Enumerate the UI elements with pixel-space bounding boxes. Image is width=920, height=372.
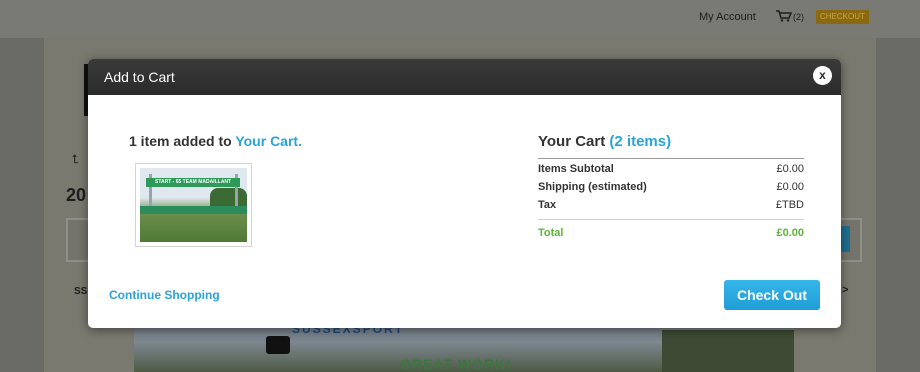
check-out-button[interactable]: Check Out <box>724 280 820 310</box>
summary-label: Tax <box>538 199 557 211</box>
photo-trees <box>662 330 794 372</box>
item-added-message: 1 item added to Your Cart. <box>129 133 302 149</box>
summary-row: Tax £TBD <box>538 195 804 213</box>
image-banner: START - 65 TEAM MADAILLANT <box>146 178 240 187</box>
gallery-label: SS <box>74 286 88 297</box>
summary-label: Shipping (estimated) <box>538 181 647 193</box>
summary-label: Items Subtotal <box>538 163 614 175</box>
close-icon[interactable]: x <box>813 66 832 85</box>
summary-row: Shipping (estimated) £0.00 <box>538 177 804 195</box>
camera-icon <box>266 336 290 354</box>
my-account-link[interactable]: My Account <box>699 11 756 23</box>
cart-heading: Your Cart (2 items) <box>538 133 671 150</box>
summary-value: £TBD <box>775 199 804 211</box>
continue-shopping-link[interactable]: Continue Shopping <box>109 288 220 302</box>
cart-count: (2) <box>793 12 804 22</box>
next-arrow-icon[interactable]: > <box>842 284 848 296</box>
order-summary: Items Subtotal £0.00 Shipping (estimated… <box>538 158 804 243</box>
cart-item-count[interactable]: (2 items) <box>609 133 671 150</box>
summary-total-row: Total £0.00 <box>538 219 804 243</box>
total-value: £0.00 <box>776 227 804 239</box>
image-fence <box>140 206 247 214</box>
photo-banner-text: GREAT WORK! <box>400 356 512 372</box>
cart-icon[interactable] <box>776 10 792 22</box>
back-arrow-icon[interactable]: ⮤ <box>72 152 79 167</box>
summary-row: Items Subtotal £0.00 <box>538 159 804 177</box>
total-label: Total <box>538 227 564 239</box>
summary-value: £0.00 <box>776 163 804 175</box>
modal-title: Add to Cart <box>104 69 175 85</box>
modal-header: Add to Cart x <box>88 59 841 95</box>
product-thumbnail: START - 65 TEAM MADAILLANT <box>135 163 252 247</box>
page-title: 20 <box>66 185 87 205</box>
your-cart-link[interactable]: Your Cart. <box>235 133 302 149</box>
product-image: START - 65 TEAM MADAILLANT <box>140 168 247 242</box>
summary-value: £0.00 <box>776 181 804 193</box>
item-added-text: 1 item added to <box>129 133 236 149</box>
header-checkout-button[interactable]: CHECKOUT <box>816 10 869 24</box>
add-to-cart-modal: Add to Cart x 1 item added to Your Cart.… <box>88 59 841 328</box>
cart-heading-label: Your Cart <box>538 133 606 150</box>
